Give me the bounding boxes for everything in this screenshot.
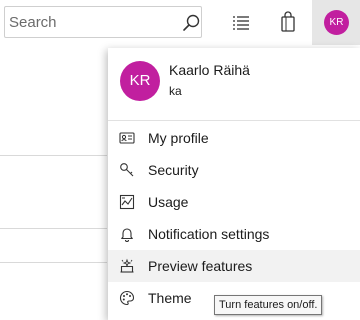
- profile-header: KR Kaarlo Räihä ka: [108, 48, 360, 112]
- palette-icon: [119, 290, 135, 306]
- account-menu: KR Kaarlo Räihä ka My profile Security U: [108, 48, 360, 320]
- search-input[interactable]: [9, 8, 169, 36]
- chart-icon: [119, 194, 135, 210]
- contact-card-icon: [119, 132, 135, 144]
- background-divider: [0, 155, 107, 156]
- tooltip: Turn features on/off.: [214, 295, 323, 315]
- key-icon: [120, 163, 134, 177]
- menu-item-security[interactable]: Security: [108, 154, 360, 186]
- menu-item-preview-features[interactable]: Preview features: [108, 250, 360, 282]
- menu-divider: [108, 120, 360, 121]
- account-button[interactable]: KR: [312, 0, 360, 45]
- user-name: Kaarlo Räihä: [169, 62, 250, 78]
- list-icon[interactable]: [230, 11, 252, 33]
- user-id: ka: [169, 84, 182, 98]
- avatar-large: KR: [120, 61, 160, 101]
- shopping-bag-icon[interactable]: [277, 11, 299, 33]
- menu-item-label: Security: [148, 162, 199, 178]
- menu-item-label: My profile: [148, 130, 209, 146]
- bell-icon: [121, 228, 133, 242]
- sparkle-icon: [120, 258, 134, 273]
- background-divider: [0, 228, 107, 229]
- search-box[interactable]: [4, 6, 202, 38]
- menu-item-usage[interactable]: Usage: [108, 186, 360, 218]
- menu-item-label: Theme: [148, 290, 192, 306]
- avatar: KR: [324, 10, 349, 35]
- search-icon[interactable]: [181, 13, 201, 33]
- menu-item-my-profile[interactable]: My profile: [108, 122, 360, 154]
- menu-item-label: Preview features: [148, 258, 253, 274]
- background-divider: [0, 262, 107, 263]
- menu-item-label: Notification settings: [148, 226, 270, 242]
- menu-item-label: Usage: [148, 194, 189, 210]
- menu-item-notification-settings[interactable]: Notification settings: [108, 218, 360, 250]
